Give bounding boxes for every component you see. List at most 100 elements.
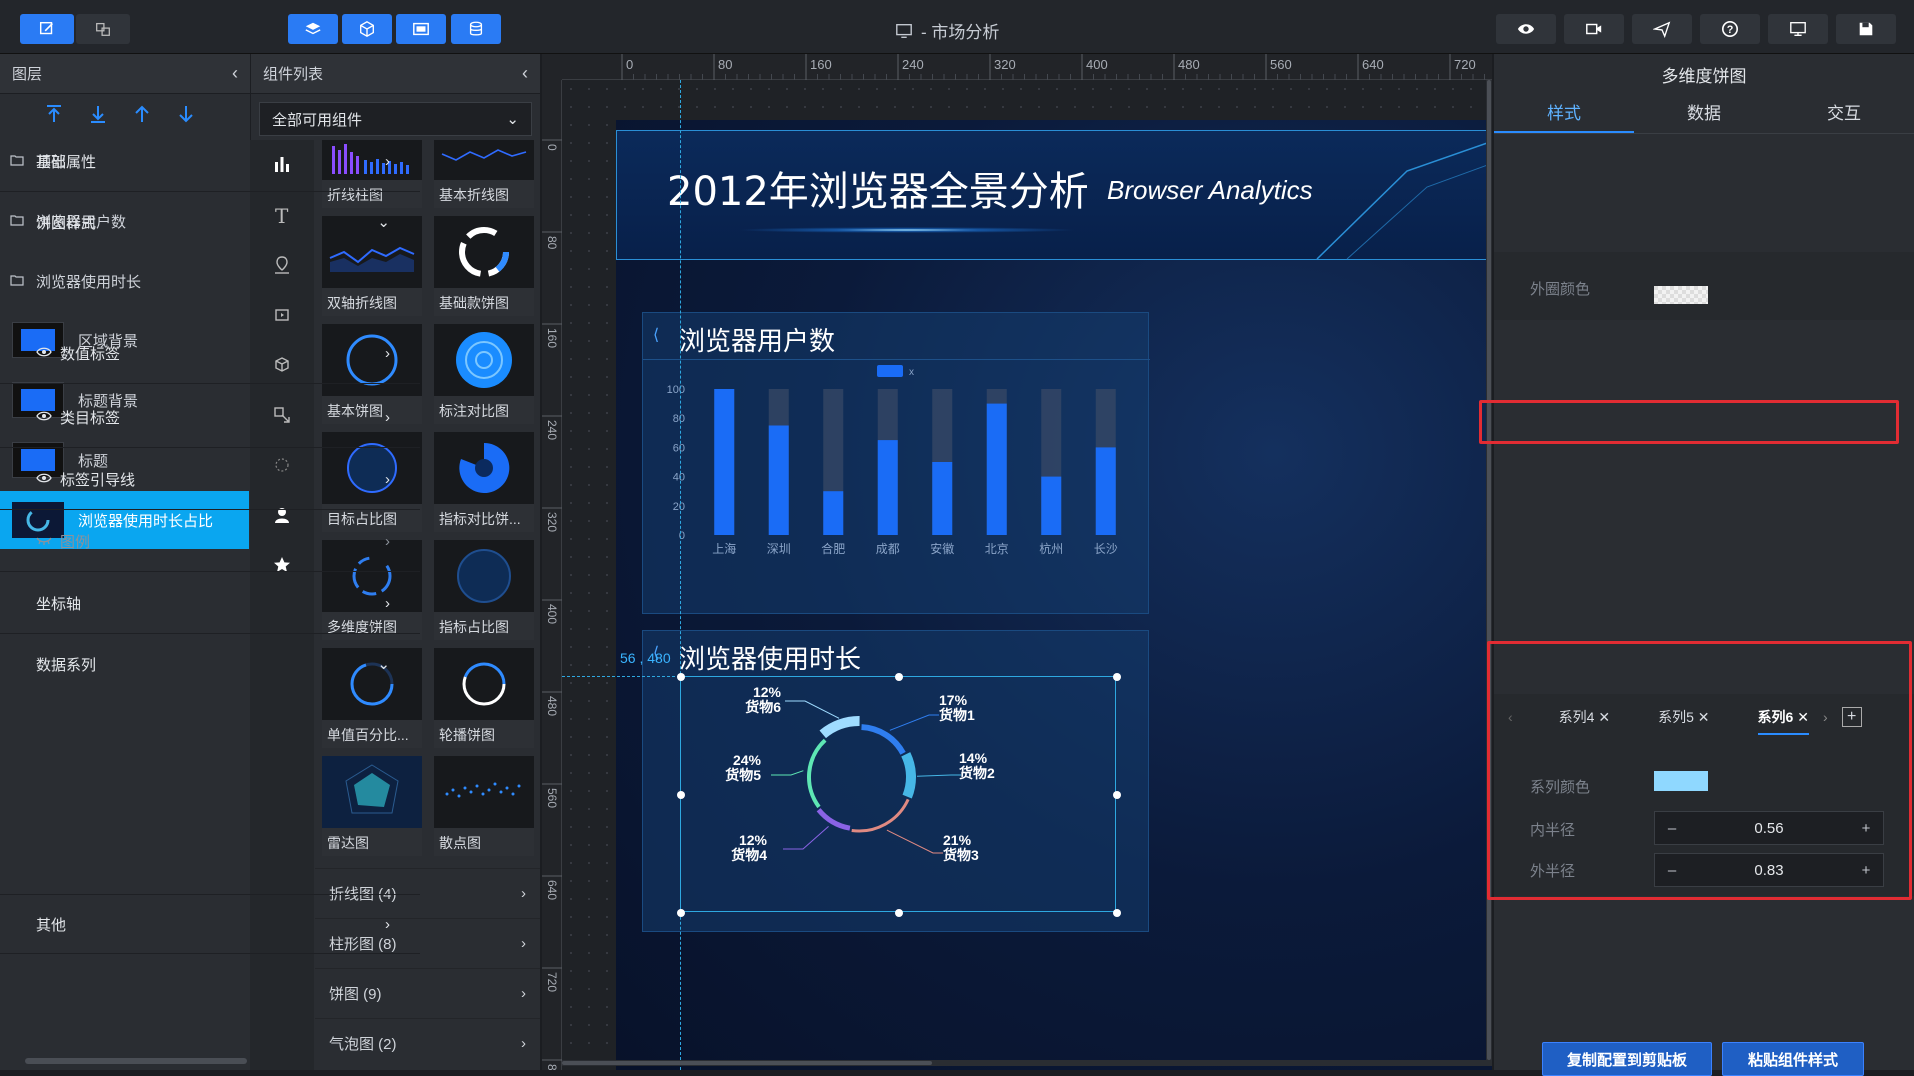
transform-icon[interactable] xyxy=(76,14,130,44)
ruler-tick-label: 640 xyxy=(545,880,559,900)
canvas-scrollbar-v[interactable] xyxy=(1486,80,1492,1060)
tab-data[interactable]: 数据 xyxy=(1634,94,1774,133)
collapse-icon[interactable]: ‹ xyxy=(232,63,238,84)
layers-scrollbar[interactable] xyxy=(25,1058,247,1064)
section-axis[interactable]: 坐标轴 › xyxy=(0,574,420,634)
component-card-annotated-compare[interactable]: 标注对比图 xyxy=(434,324,534,424)
components-title: 组件列表 xyxy=(263,66,324,83)
move-top-icon[interactable] xyxy=(42,102,66,126)
page-title-text: - 市场分析 xyxy=(921,23,1000,42)
resize-handle[interactable] xyxy=(677,909,685,917)
section-label: 标签引导线 xyxy=(60,472,136,489)
bar xyxy=(823,491,844,535)
resize-handle[interactable] xyxy=(1113,673,1121,681)
chevron-right-icon: › xyxy=(521,885,526,902)
section-legend[interactable]: 图例 › xyxy=(0,512,420,572)
component-card-scatter[interactable]: 散点图 xyxy=(434,756,534,856)
ruler-horizontal: 0 80 160 240 320 400 480 560 640 720 xyxy=(562,54,1492,80)
component-card-basic-pie[interactable]: 基础款饼图 xyxy=(434,216,534,316)
guide-line-vertical xyxy=(680,80,681,1070)
pie-value-label: 12% xyxy=(739,832,768,848)
category-bubble[interactable]: 气泡图 (2) › xyxy=(315,1018,540,1068)
component-filter-select[interactable]: 全部可用组件 ⌄ xyxy=(259,102,532,136)
component-card-basic-line[interactable]: 基本折线图 xyxy=(434,140,534,208)
copy-config-button[interactable]: 复制配置到剪贴板 xyxy=(1542,1042,1712,1076)
move-down-icon[interactable] xyxy=(174,102,198,126)
dashboard-stage[interactable]: 2012年浏览器全景分析 Browser Analytics ⟨ 浏览器用户数 … xyxy=(616,120,1492,1070)
ruler-tick-label: 720 xyxy=(545,972,559,992)
collapse-icon[interactable]: ‹ xyxy=(522,63,528,84)
resize-handle[interactable] xyxy=(677,673,685,681)
section-pie-style[interactable]: 饼图样式 ⌄ xyxy=(0,192,420,252)
title-panel[interactable]: 2012年浏览器全景分析 Browser Analytics xyxy=(616,130,1492,260)
y-tick-label: 20 xyxy=(673,501,685,513)
section-category-label[interactable]: 类目标签 › xyxy=(0,388,420,448)
ruler-tick-label: 240 xyxy=(545,420,559,440)
cube-icon[interactable] xyxy=(342,14,392,44)
resize-handle[interactable] xyxy=(1113,909,1121,917)
eye-icon[interactable] xyxy=(1496,14,1556,44)
ruler-tick-label: 800 xyxy=(545,1064,559,1070)
bar-chart[interactable]: x020406080100上海 深圳 合肥 成都 安徽 北京 杭州 长沙 xyxy=(643,359,1150,609)
component-card-carousel-pie[interactable]: 轮播饼图 xyxy=(434,648,534,748)
panel-icon[interactable] xyxy=(396,14,446,44)
section-value-label[interactable]: 数值标签 › xyxy=(0,324,420,384)
panel-title: 浏览器使用时长 xyxy=(679,644,862,674)
layers-icon[interactable] xyxy=(288,14,338,44)
bar xyxy=(932,462,953,535)
filter-value: 全部可用组件 xyxy=(272,111,363,129)
save-icon[interactable] xyxy=(1836,14,1896,44)
ruler-tick-label: 400 xyxy=(1086,57,1108,72)
y-tick-label: 60 xyxy=(673,442,685,454)
eye-icon[interactable] xyxy=(36,471,52,488)
screen-icon[interactable] xyxy=(1768,14,1828,44)
send-icon[interactable] xyxy=(1632,14,1692,44)
tab-style[interactable]: 样式 xyxy=(1494,94,1634,133)
ruler-tick-label: 320 xyxy=(545,512,559,532)
video-icon[interactable] xyxy=(1564,14,1624,44)
section-basic-props[interactable]: 基础属性 › xyxy=(0,132,420,192)
eye-closed-icon[interactable] xyxy=(36,533,52,550)
pie-slice xyxy=(807,738,827,809)
properties-panel: 多维度饼图 样式 数据 交互 xyxy=(1494,54,1914,1070)
x-tick-label: 上海 xyxy=(712,541,736,556)
database-icon[interactable] xyxy=(451,14,501,44)
pie-chart[interactable]: 17%货物114%货物221%货物312%货物424%货物512%货物6 xyxy=(681,677,1117,913)
outer-color-swatch[interactable] xyxy=(1654,286,1708,304)
resize-handle[interactable] xyxy=(895,909,903,917)
map-pin-icon[interactable] xyxy=(272,255,292,280)
y-tick-label: 80 xyxy=(673,413,685,425)
ruler-tick-label: 480 xyxy=(545,696,559,716)
bar xyxy=(877,440,898,535)
component-card-metric-compare-pie[interactable]: 指标对比饼... xyxy=(434,432,534,532)
resize-handle[interactable] xyxy=(677,791,685,799)
canvas-scrollbar-h[interactable] xyxy=(562,1060,1492,1066)
help-icon[interactable]: ? xyxy=(1700,14,1760,44)
section-label-guideline[interactable]: 标签引导线 › xyxy=(0,450,420,510)
move-up-icon[interactable] xyxy=(130,102,154,126)
component-card-metric-ratio[interactable]: 指标占比图 xyxy=(434,540,534,640)
component-card-radar[interactable]: 雷达图 xyxy=(322,756,422,856)
section-data-series[interactable]: 数据系列 ⌄ xyxy=(0,634,420,694)
user-count-panel[interactable]: ⟨ 浏览器用户数 x 0 20 40 60 80 100 上海 深圳 合肥 成都 安徽 北京 杭州 长沙 xyxy=(642,312,1150,614)
selected-component[interactable]: 17% 货物1 14% 货物2 21% 货物3 12% 货物4 24% 货物5 12% 货物6 xyxy=(677,673,1121,917)
section-label: 坐标轴 xyxy=(36,596,82,613)
folder-icon xyxy=(10,273,24,290)
eye-icon[interactable] xyxy=(36,409,52,426)
edit-icon[interactable] xyxy=(20,14,74,44)
chevron-right-icon: › xyxy=(385,471,390,488)
resize-handle[interactable] xyxy=(1113,791,1121,799)
pie-category-label: 货物1 xyxy=(938,707,975,723)
move-bottom-icon[interactable] xyxy=(86,102,110,126)
component-thumbnail xyxy=(434,540,534,612)
layer-item-usage-time[interactable]: 浏览器使用时长 xyxy=(0,252,249,310)
panel-title: 浏览器用户数 xyxy=(679,326,836,356)
properties-title: 多维度饼图 xyxy=(1661,66,1747,86)
eye-icon[interactable] xyxy=(36,345,52,362)
resize-handle[interactable] xyxy=(895,673,903,681)
section-other[interactable]: 其他 › xyxy=(0,894,420,954)
component-thumbnail xyxy=(434,324,534,396)
paste-style-button[interactable]: 粘贴组件样式 xyxy=(1722,1042,1864,1076)
category-pie[interactable]: 饼图 (9) › xyxy=(315,968,540,1018)
tab-interaction[interactable]: 交互 xyxy=(1774,94,1914,133)
